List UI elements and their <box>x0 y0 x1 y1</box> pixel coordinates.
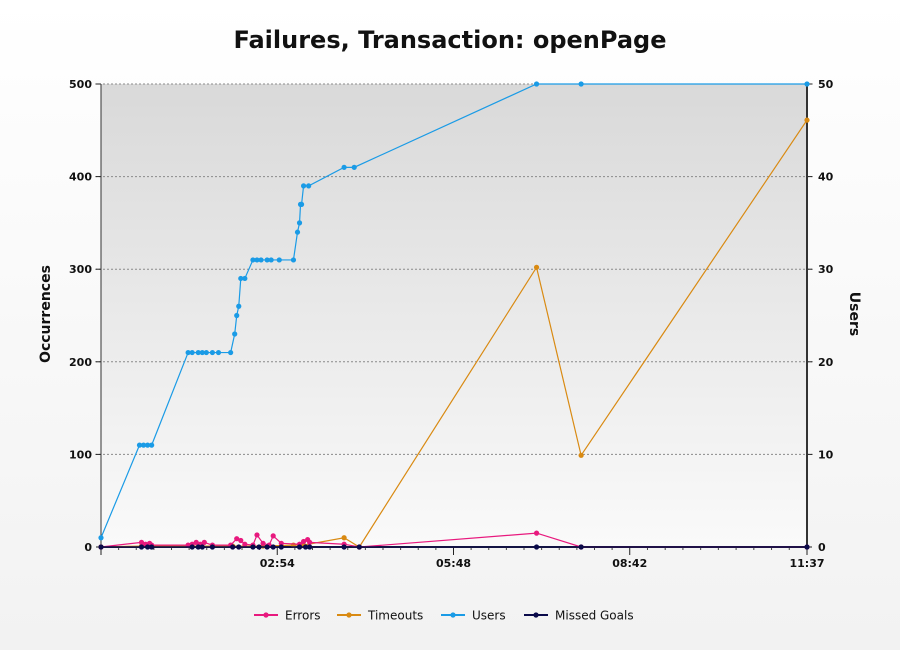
data-point-users <box>215 349 222 356</box>
data-point-errors <box>242 541 248 547</box>
y-tick-label: 400 <box>69 171 92 184</box>
data-point-missed-goals <box>341 544 347 550</box>
data-point-errors <box>270 533 276 539</box>
data-point-users <box>296 220 303 226</box>
data-point-missed-goals <box>578 544 584 550</box>
data-point-missed-goals <box>804 544 810 550</box>
data-point-missed-goals <box>149 544 155 550</box>
data-point-missed-goals <box>250 544 256 550</box>
legend-label: Users <box>472 609 506 623</box>
data-point-missed-goals <box>98 544 104 550</box>
legend-swatch-marker <box>450 612 456 618</box>
data-point-users <box>294 229 301 235</box>
data-point-users <box>351 164 357 170</box>
data-point-timeouts <box>533 264 540 270</box>
data-point-missed-goals <box>356 544 362 550</box>
y-tick-label: 100 <box>69 448 92 461</box>
y2-tick-label: 30 <box>818 263 834 276</box>
data-point-errors <box>533 530 540 536</box>
y2-tick-label: 10 <box>818 448 834 461</box>
data-point-users <box>234 312 240 319</box>
y-axis-label: Occurrences <box>38 265 54 363</box>
data-point-users <box>258 257 264 263</box>
data-point-users <box>228 349 234 356</box>
data-point-missed-goals <box>199 544 205 550</box>
legend-swatch-marker <box>533 612 539 618</box>
y2-tick-label: 20 <box>818 356 834 369</box>
data-point-missed-goals <box>307 544 313 550</box>
data-point-users <box>804 81 810 87</box>
data-point-missed-goals <box>189 544 195 550</box>
data-point-users <box>533 81 540 87</box>
data-point-missed-goals <box>256 544 262 550</box>
legend-swatch-marker <box>263 612 269 618</box>
legend-label: Timeouts <box>367 609 423 623</box>
data-point-users <box>290 257 297 263</box>
data-point-users <box>341 164 347 170</box>
x-tick-label: 02:54 <box>260 557 295 570</box>
data-point-missed-goals <box>264 544 270 550</box>
data-point-users <box>236 303 242 309</box>
data-point-errors <box>201 539 207 545</box>
y-tick-label: 200 <box>69 356 92 369</box>
y2-tick-label: 40 <box>818 171 834 184</box>
data-point-missed-goals <box>296 544 303 550</box>
legend-swatch-marker <box>346 612 352 618</box>
data-point-missed-goals <box>138 544 145 550</box>
failures-chart: Failures, Transaction: openPage Occurren… <box>0 0 900 650</box>
data-point-users <box>98 535 104 541</box>
data-point-users <box>189 349 195 356</box>
data-point-missed-goals <box>230 544 236 550</box>
y-tick-label: 0 <box>84 541 92 554</box>
data-point-users <box>268 257 274 263</box>
data-point-users <box>242 275 248 282</box>
data-point-errors <box>238 537 244 544</box>
data-point-users <box>203 349 209 356</box>
x-tick-label: 08:42 <box>612 557 647 570</box>
data-point-missed-goals <box>278 544 284 550</box>
data-point-missed-goals <box>209 544 216 550</box>
x-tick-label: 11:37 <box>789 557 824 570</box>
x-tick-label: 05:48 <box>436 557 471 570</box>
data-point-errors <box>254 532 260 538</box>
data-point-missed-goals <box>533 544 540 550</box>
data-point-timeouts <box>804 117 810 123</box>
data-point-timeouts <box>578 452 584 458</box>
legend-label: Errors <box>285 609 321 623</box>
y2-axis-label: Users <box>846 292 862 336</box>
y2-tick-label: 0 <box>818 541 826 554</box>
data-point-missed-goals <box>270 544 276 550</box>
y-tick-label: 300 <box>69 263 92 276</box>
data-point-users <box>298 201 305 207</box>
chart-container: Failures, Transaction: openPage Occurren… <box>0 0 900 650</box>
y-tick-label: 500 <box>69 78 92 91</box>
legend-label: Missed Goals <box>555 609 634 623</box>
data-point-users <box>276 257 282 263</box>
data-point-missed-goals <box>236 544 242 550</box>
data-point-users <box>306 183 312 189</box>
data-point-timeouts <box>341 535 347 541</box>
y2-tick-label: 50 <box>818 78 834 91</box>
plot-area <box>101 84 807 547</box>
data-point-users <box>149 442 155 448</box>
data-point-users <box>578 81 584 87</box>
data-point-users <box>209 349 216 356</box>
data-point-errors <box>307 539 313 545</box>
chart-title: Failures, Transaction: openPage <box>233 26 666 54</box>
data-point-users <box>232 331 238 337</box>
data-point-users <box>300 183 307 189</box>
data-point-errors <box>260 540 266 546</box>
